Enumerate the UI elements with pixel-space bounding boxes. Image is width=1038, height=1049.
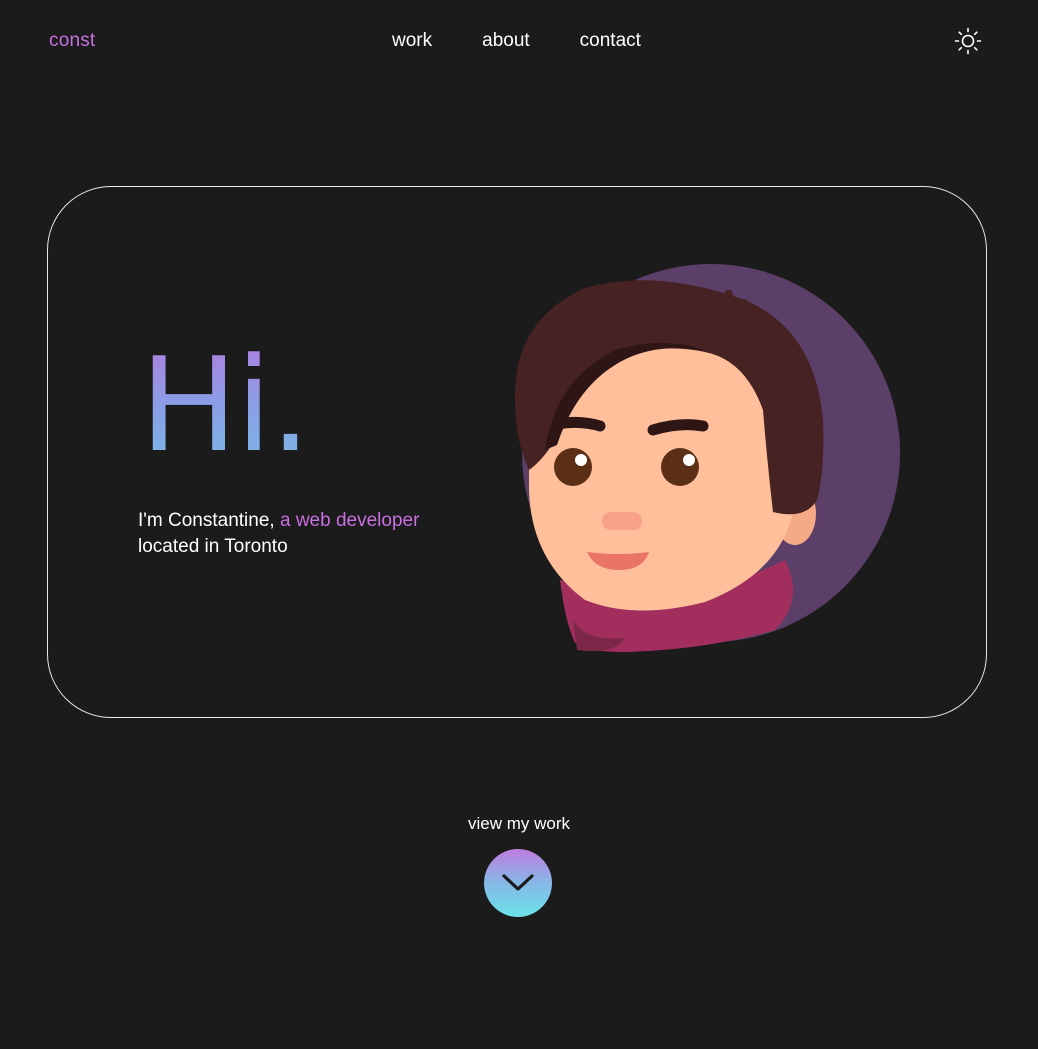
chevron-down-icon: [502, 874, 534, 891]
avatar-illustration: [514, 264, 900, 652]
nav-link-about[interactable]: about: [482, 30, 530, 52]
nav-link-contact[interactable]: contact: [580, 30, 641, 52]
avatar-eye-left: [554, 448, 592, 486]
view-work-button[interactable]: [484, 849, 552, 917]
nav-link-work[interactable]: work: [392, 30, 432, 52]
intro-suffix: located in Toronto: [138, 536, 288, 557]
page: const work about contact Hi. I'm Constan…: [0, 0, 1038, 1049]
avatar-nose: [602, 512, 642, 530]
avatar-eyebrow-right: [647, 419, 709, 436]
intro-prefix: I'm Constantine,: [138, 510, 280, 531]
main-nav: work about contact: [392, 30, 641, 52]
theme-toggle-button[interactable]: [953, 26, 983, 56]
view-work-label: view my work: [467, 814, 570, 833]
sun-icon: [954, 27, 982, 55]
hero-title: Hi.: [140, 329, 311, 481]
intro-accent: a web developer: [279, 510, 420, 531]
avatar-eye-right: [661, 448, 699, 486]
logo-link[interactable]: const: [49, 30, 95, 52]
avatar-eyebrow-left: [551, 416, 606, 432]
hero-intro: I'm Constantine, a web developer located…: [138, 508, 478, 560]
